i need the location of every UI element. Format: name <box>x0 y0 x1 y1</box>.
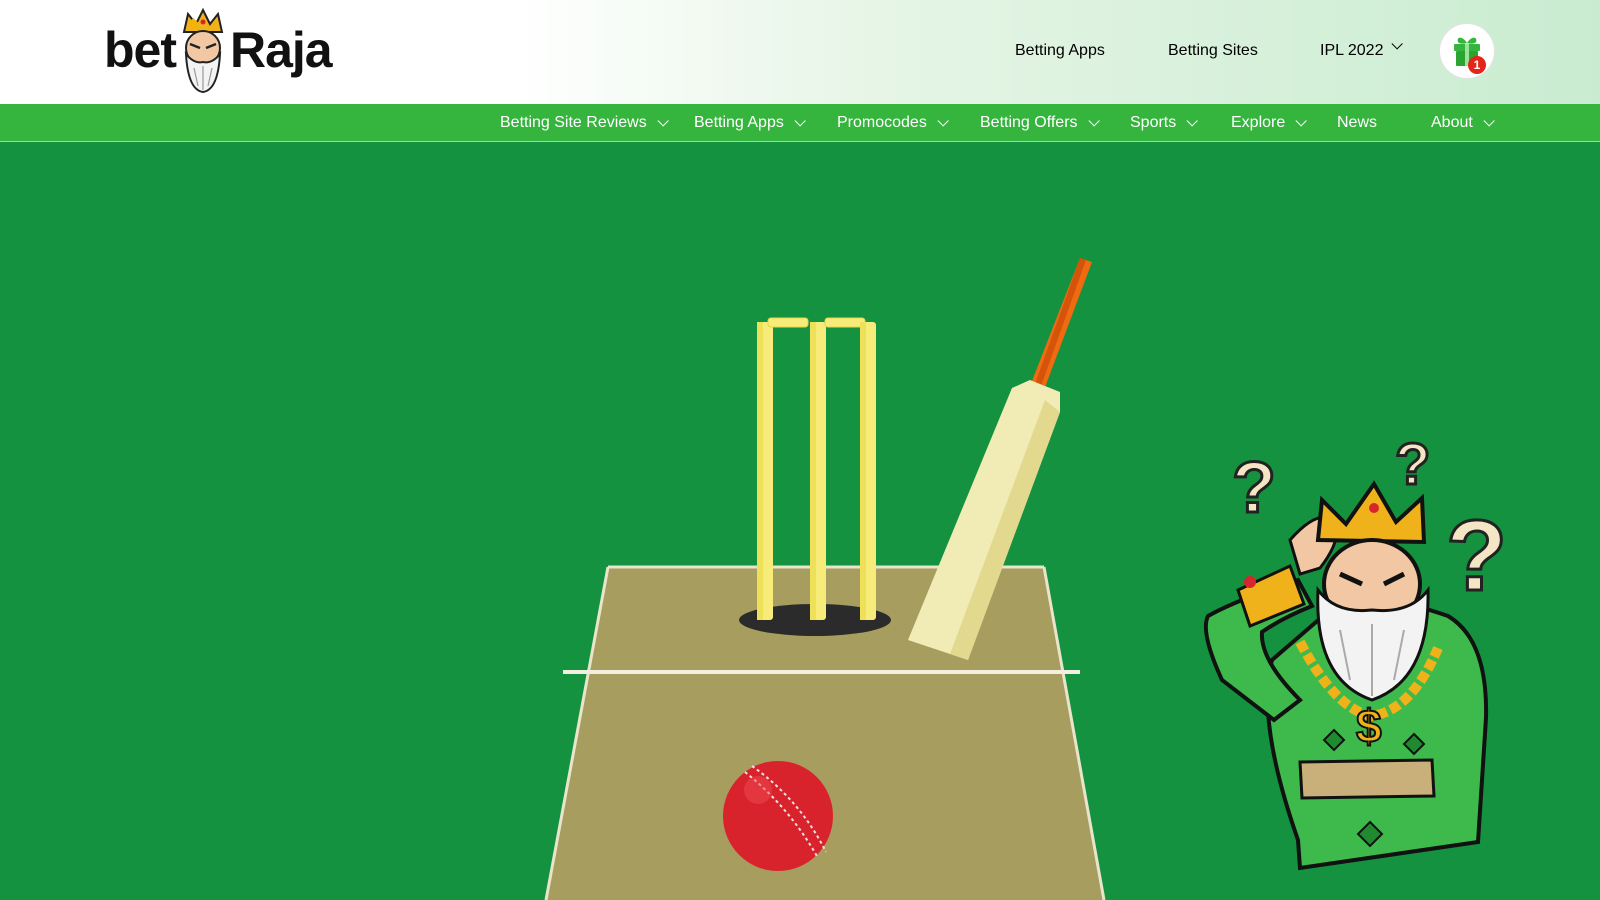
main-nav-explore[interactable]: Explore <box>1231 104 1308 142</box>
chevron-down-icon <box>657 115 669 127</box>
main-nav-promocodes-label: Promocodes <box>837 114 927 131</box>
main-nav-betting-apps[interactable]: Betting Apps <box>694 104 806 142</box>
gift-button[interactable]: 1 <box>1440 24 1494 78</box>
logo-text-raja: Raja <box>230 22 333 78</box>
main-nav-about-label: About <box>1431 114 1473 131</box>
gift-notification-badge: 1 <box>1468 56 1486 74</box>
confused-king-mascot: ? ? ? $ <box>1203 431 1509 871</box>
main-nav-promocodes[interactable]: Promocodes <box>837 104 949 142</box>
main-nav-betting-site-reviews-label: Betting Site Reviews <box>500 114 647 131</box>
main-nav-betting-offers-label: Betting Offers <box>980 114 1078 131</box>
main-nav-sports-label: Sports <box>1130 114 1177 131</box>
logo-text-bet: bet <box>104 22 177 78</box>
chevron-down-icon <box>1483 115 1495 127</box>
main-nav-betting-apps-label: Betting Apps <box>694 114 784 131</box>
betraja-logo[interactable]: bet Raja <box>104 4 336 96</box>
top-nav-ipl-2022-label: IPL 2022 <box>1320 42 1384 59</box>
cricket-ball-icon <box>723 761 833 871</box>
main-nav-betting-offers[interactable]: Betting Offers <box>980 104 1100 142</box>
svg-text:?: ? <box>1232 448 1276 528</box>
chevron-down-icon <box>1391 38 1404 50</box>
chevron-down-icon <box>1295 115 1308 127</box>
chevron-down-icon <box>1087 115 1100 127</box>
chevron-down-icon <box>937 115 949 127</box>
king-face-icon <box>182 7 224 94</box>
hero-banner: ? ? ? $ <box>0 142 1600 900</box>
main-nav-news-label: News <box>1337 114 1378 131</box>
chevron-down-icon <box>794 115 806 127</box>
main-nav: Betting Site Reviews Betting Apps Promoc… <box>0 104 1600 142</box>
main-nav-news[interactable]: News <box>1337 104 1377 142</box>
main-nav-about[interactable]: About <box>1431 104 1495 142</box>
main-nav-explore-label: Explore <box>1231 114 1286 131</box>
top-header: bet Raja ◆ Betting Apps Betting Sites IP… <box>0 0 1600 104</box>
svg-text:?: ? <box>1395 432 1430 497</box>
svg-text:$: $ <box>1356 700 1382 752</box>
top-nav-betting-apps-label: Betting Apps <box>1015 42 1105 59</box>
main-nav-betting-site-reviews[interactable]: Betting Site Reviews <box>500 104 669 142</box>
chevron-down-icon <box>1186 115 1199 127</box>
top-nav-betting-sites-label: Betting Sites <box>1168 42 1258 59</box>
cricket-pitch-illustration: ? ? ? $ <box>544 258 1509 900</box>
logo-star-icon: ◆ <box>188 14 199 30</box>
svg-text:?: ? <box>1446 500 1507 612</box>
main-nav-sports[interactable]: Sports <box>1130 104 1199 142</box>
